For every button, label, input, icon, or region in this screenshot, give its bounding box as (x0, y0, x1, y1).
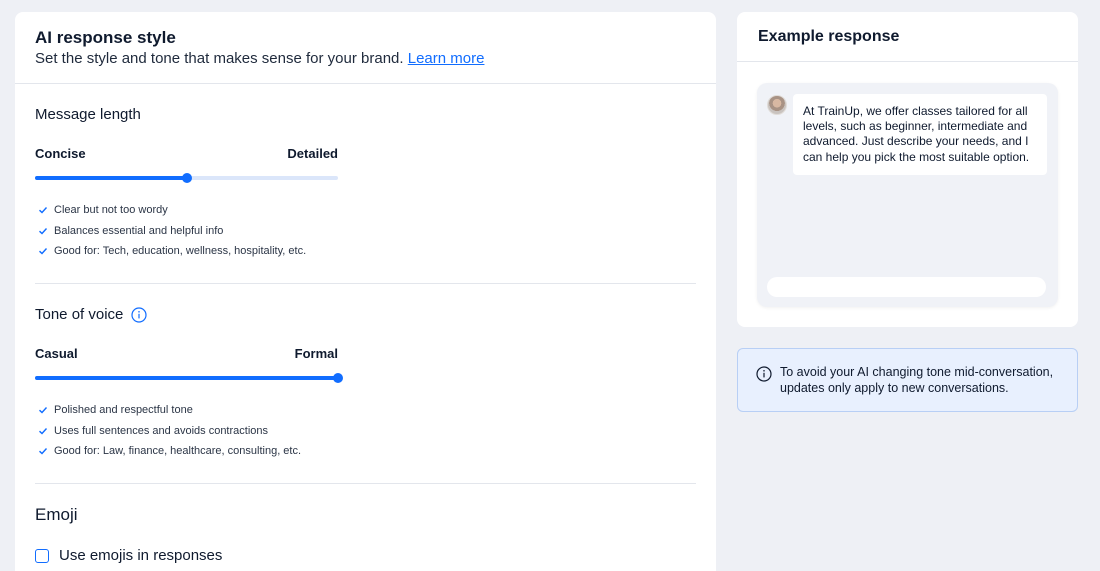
chat-input-preview (767, 277, 1046, 297)
example-title: Example response (758, 28, 900, 45)
slider-max-label: Formal (294, 346, 338, 361)
checkmark-icon (38, 446, 48, 456)
example-response-panel: Example response At TrainUp, we offer cl… (737, 12, 1078, 327)
message-length-section: Message length (35, 106, 696, 124)
emoji-checkbox-label[interactable]: Use emojis in responses (59, 547, 222, 564)
list-item: Good for: Tech, education, wellness, hos… (35, 241, 306, 262)
avatar (767, 95, 787, 115)
emoji-checkbox[interactable] (35, 548, 49, 563)
page-title: AI response style (35, 28, 176, 47)
message-length-slider[interactable] (35, 173, 338, 183)
slider-thumb[interactable] (181, 173, 192, 183)
message-length-labels: Concise Detailed (35, 146, 338, 161)
tone-section: Tone of voice (35, 306, 696, 324)
checkmark-icon (38, 405, 48, 415)
section-divider (35, 283, 696, 284)
tone-title-row: Tone of voice (35, 306, 696, 324)
info-notice: To avoid your AI changing tone mid-conve… (737, 348, 1078, 412)
section-divider (35, 483, 696, 484)
checkmark-icon (38, 426, 48, 436)
tone-title: Tone of voice (35, 306, 124, 323)
notice-text: To avoid your AI changing tone mid-conve… (780, 365, 1054, 395)
info-icon (756, 366, 772, 382)
slider-fill (35, 176, 187, 180)
tone-labels: Casual Formal (35, 346, 338, 361)
list-item: Clear but not too wordy (35, 200, 306, 221)
checkmark-icon (38, 226, 48, 236)
message-length-bullets: Clear but not too wordy Balances essenti… (35, 200, 306, 262)
tone-slider[interactable] (35, 373, 343, 383)
example-header: Example response (737, 12, 1078, 62)
tone-bullets: Polished and respectful tone Uses full s… (35, 400, 301, 462)
slider-min-label: Concise (35, 146, 86, 161)
checkmark-icon (38, 246, 48, 256)
emoji-checkbox-row[interactable]: Use emojis in responses (35, 547, 222, 564)
list-item: Good for: Law, finance, healthcare, cons… (35, 441, 301, 462)
response-style-panel: AI response style Set the style and tone… (15, 12, 716, 571)
emoji-section: Emoji (35, 505, 696, 525)
slider-max-label: Detailed (287, 146, 338, 161)
chat-message-bubble: At TrainUp, we offer classes tailored fo… (793, 94, 1047, 175)
panel-header: AI response style Set the style and tone… (15, 12, 716, 84)
page-subtitle: Set the style and tone that makes sense … (35, 50, 696, 68)
slider-thumb[interactable] (333, 373, 343, 383)
info-icon[interactable] (131, 307, 147, 323)
list-item: Uses full sentences and avoids contracti… (35, 421, 301, 442)
subtitle-text: Set the style and tone that makes sense … (35, 50, 404, 67)
list-item: Balances essential and helpful info (35, 221, 306, 242)
list-item: Polished and respectful tone (35, 400, 301, 421)
slider-min-label: Casual (35, 346, 78, 361)
checkmark-icon (38, 205, 48, 215)
emoji-title: Emoji (35, 505, 78, 524)
slider-fill (35, 376, 338, 380)
message-length-title: Message length (35, 106, 141, 123)
chat-preview: At TrainUp, we offer classes tailored fo… (757, 83, 1058, 307)
learn-more-link[interactable]: Learn more (408, 50, 485, 67)
